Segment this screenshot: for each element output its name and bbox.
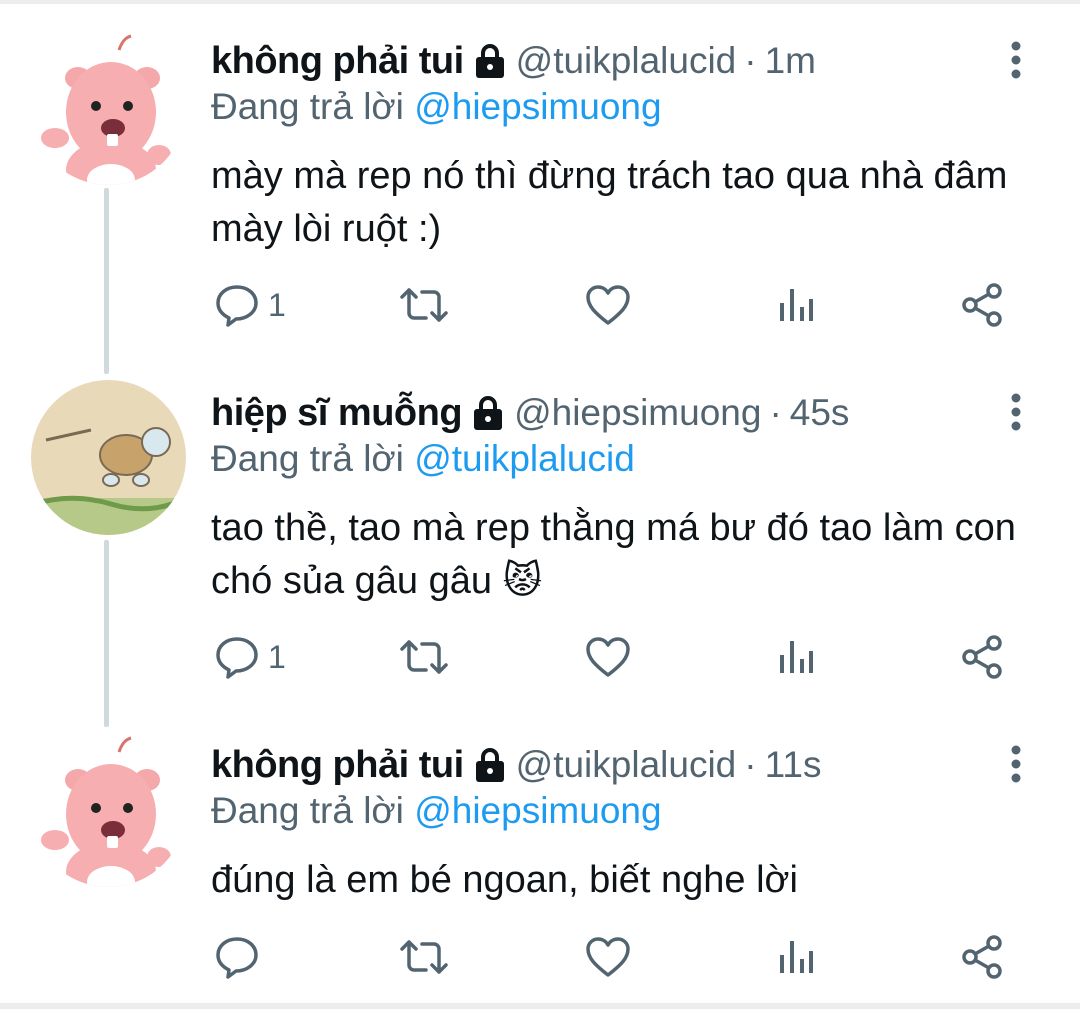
retweet-button[interactable] [398, 932, 450, 982]
reply-context: Đang trả lời @hiepsimuong [211, 86, 662, 128]
reply-button[interactable]: 1 [214, 632, 286, 682]
reply-icon [216, 637, 258, 679]
more-options-icon[interactable] [1003, 40, 1029, 84]
reply-context: Đang trả lời @tuikplalucid [211, 438, 635, 480]
avatar[interactable] [31, 380, 186, 535]
share-icon [962, 283, 1002, 327]
analytics-button[interactable] [778, 632, 816, 682]
share-button[interactable] [960, 632, 1006, 682]
separator-dot: · [769, 392, 782, 433]
tweet-actions: 1 [0, 280, 1080, 330]
pink-beaver-avatar-icon [31, 732, 186, 887]
tweet-actions: 1 [0, 632, 1080, 682]
retweet-icon [400, 640, 448, 674]
bottom-divider [0, 1003, 1080, 1009]
turtle-drawing-avatar-icon [31, 380, 186, 535]
share-button[interactable] [960, 932, 1006, 982]
analytics-icon [780, 641, 813, 673]
analytics-button[interactable] [778, 280, 816, 330]
display-name[interactable]: hiệp sĩ muỗng [211, 392, 463, 435]
avatar[interactable] [31, 30, 186, 185]
retweet-button[interactable] [398, 632, 450, 682]
lock-icon [474, 747, 506, 783]
heart-icon [586, 637, 630, 677]
separator-dot: · [744, 744, 757, 785]
tweet-header: không phải tui @tuikplalucid · 1m [211, 38, 816, 84]
timestamp[interactable]: 11s [765, 744, 822, 786]
more-options-icon[interactable] [1003, 392, 1029, 436]
tweet[interactable]: không phải tui @tuikplalucid · 11s Đang … [0, 704, 1080, 1003]
heart-icon [586, 937, 630, 977]
reply-mention-link[interactable]: @hiepsimuong [414, 790, 661, 831]
tweet-actions [0, 932, 1080, 982]
timestamp[interactable]: 45s [790, 392, 850, 434]
tweet-header: không phải tui @tuikplalucid · 11s [211, 742, 822, 788]
retweet-icon [400, 940, 448, 974]
reply-button[interactable] [214, 932, 268, 982]
avatar[interactable] [31, 732, 186, 887]
tweet-text: đúng là em bé ngoan, biết nghe lời [211, 859, 798, 901]
timestamp[interactable]: 1m [765, 40, 816, 82]
reply-mention-link[interactable]: @hiepsimuong [414, 86, 661, 127]
tweet[interactable]: hiệp sĩ muỗng @hiepsimuong · 45s Đang tr… [0, 352, 1080, 704]
tweet[interactable]: không phải tui @tuikplalucid · 1m Đang t… [0, 0, 1080, 350]
lock-icon [474, 43, 506, 79]
pink-beaver-avatar-icon [31, 30, 186, 185]
reply-prefix: Đang trả lời [211, 438, 404, 479]
reply-icon [216, 285, 258, 327]
display-name[interactable]: không phải tui [211, 40, 464, 83]
user-handle[interactable]: @tuikplalucid [516, 40, 737, 82]
heart-icon [586, 285, 630, 325]
separator-dot: · [744, 40, 757, 81]
retweet-icon [400, 288, 448, 322]
tweet-header: hiệp sĩ muỗng @hiepsimuong · 45s [211, 390, 849, 436]
reply-icon [216, 937, 258, 979]
lock-icon [472, 395, 504, 431]
share-icon [962, 935, 1002, 979]
tweet-text: mày mà rep nó thì đừng trách tao qua nhà… [211, 155, 1008, 250]
share-button[interactable] [960, 280, 1006, 330]
like-button[interactable] [585, 632, 631, 682]
user-handle[interactable]: @hiepsimuong [514, 392, 761, 434]
reply-prefix: Đang trả lời [211, 86, 404, 127]
reply-button[interactable]: 1 [214, 280, 286, 330]
reply-mention-link[interactable]: @tuikplalucid [414, 438, 635, 479]
tweet-text: tao thề, tao mà rep thằng má bư đó tao l… [211, 507, 1016, 602]
analytics-icon [780, 289, 813, 321]
reply-prefix: Đang trả lời [211, 790, 404, 831]
like-button[interactable] [585, 280, 631, 330]
reply-context: Đang trả lời @hiepsimuong [211, 790, 662, 832]
like-button[interactable] [585, 932, 631, 982]
user-handle[interactable]: @tuikplalucid [516, 744, 737, 786]
reply-count: 1 [268, 286, 286, 323]
share-icon [962, 635, 1002, 679]
retweet-button[interactable] [398, 280, 450, 330]
reply-count: 1 [268, 638, 286, 675]
analytics-icon [780, 941, 813, 973]
display-name[interactable]: không phải tui [211, 744, 464, 787]
analytics-button[interactable] [778, 932, 816, 982]
more-options-icon[interactable] [1003, 744, 1029, 788]
